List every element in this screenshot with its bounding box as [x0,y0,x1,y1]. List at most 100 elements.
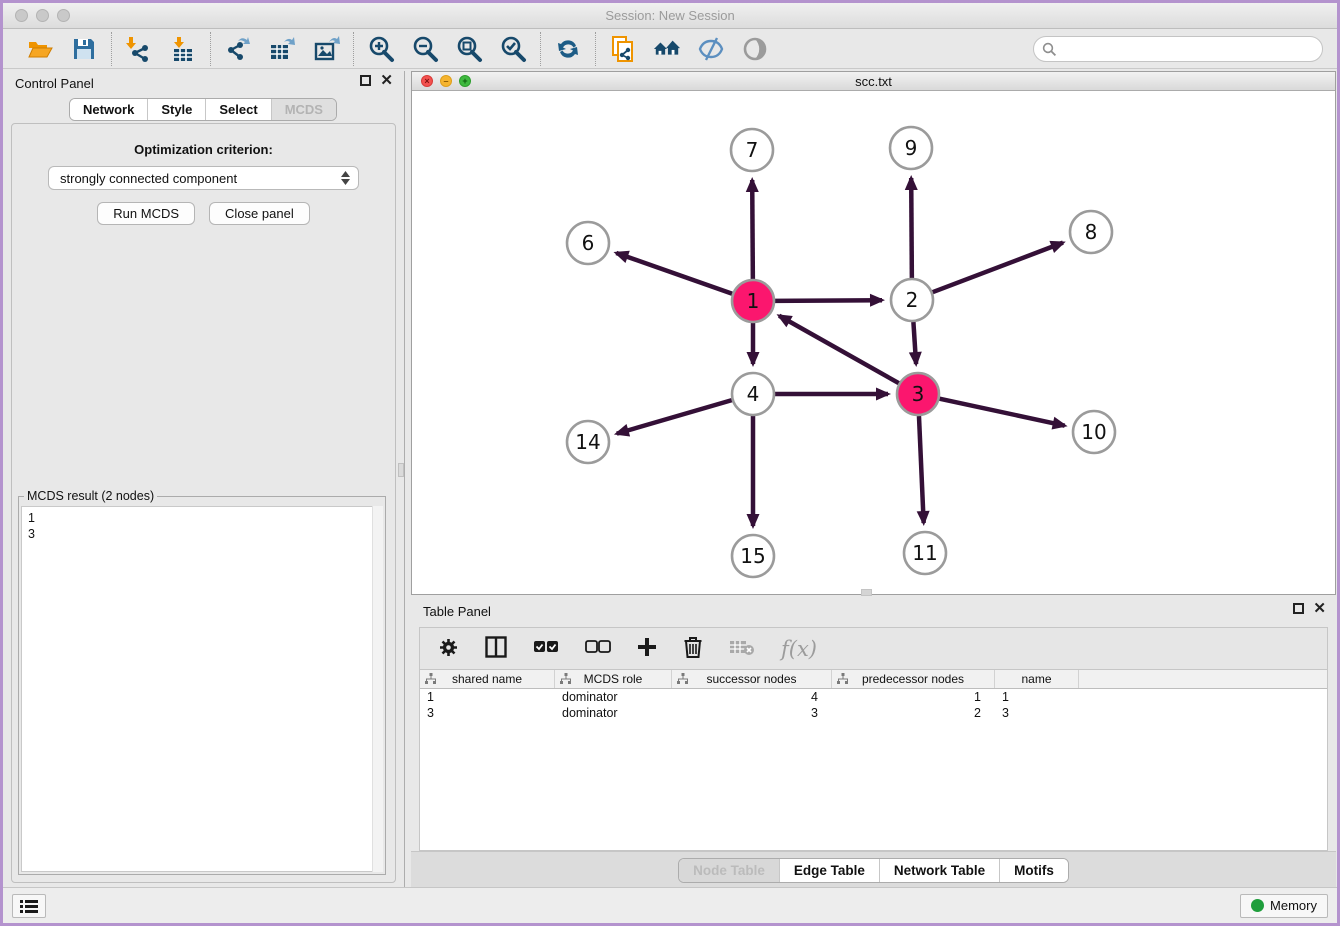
houses-icon[interactable] [653,35,681,63]
table-row[interactable]: 1dominator411 [420,689,1327,705]
svg-text:7: 7 [746,138,759,162]
node-7[interactable]: 7 [731,129,773,171]
node-10[interactable]: 10 [1073,411,1115,453]
column-header-successor-nodes[interactable]: successor nodes [672,670,832,688]
cell[interactable]: dominator [555,705,672,721]
result-scrollbar[interactable] [372,506,383,872]
hide-graphics-details-icon[interactable] [697,35,725,63]
network-view-window: × – + scc.txt 7968124314101511 [411,71,1336,595]
node-2[interactable]: 2 [891,279,933,321]
node-11[interactable]: 11 [904,532,946,574]
node-14[interactable]: 14 [567,421,609,463]
close-panel-button[interactable]: Close panel [209,202,310,225]
tab-node-table[interactable]: Node Table [679,859,779,882]
float-table-panel-icon[interactable] [1293,603,1304,614]
network-minimize-button[interactable]: – [440,75,452,87]
refresh-icon[interactable] [554,35,582,63]
mcds-result-text[interactable]: 1 3 [21,506,383,872]
search-input[interactable] [1033,36,1323,62]
run-mcds-button[interactable]: Run MCDS [97,202,195,225]
zoom-out-icon[interactable] [411,35,439,63]
cell[interactable]: 1 [420,689,555,705]
network-maximize-button[interactable]: + [459,75,471,87]
horizontal-splitter-grip[interactable] [861,589,872,596]
tab-mcds[interactable]: MCDS [271,99,336,120]
close-window-button[interactable] [15,9,28,22]
memory-button[interactable]: Memory [1240,894,1328,918]
node-3[interactable]: 3 [897,373,939,415]
svg-text:6: 6 [582,231,595,255]
edge-2-8[interactable] [933,243,1063,293]
zoom-selected-icon[interactable] [499,35,527,63]
node-8[interactable]: 8 [1070,211,1112,253]
edge-3-11[interactable] [919,416,924,523]
cell[interactable]: 3 [995,705,1079,721]
cell[interactable]: dominator [555,689,672,705]
select-all-checkboxes-icon[interactable] [533,640,559,657]
tab-network-table[interactable]: Network Table [879,859,999,882]
node-6[interactable]: 6 [567,222,609,264]
tab-style[interactable]: Style [147,99,205,120]
import-table-icon[interactable] [169,35,197,63]
node-9[interactable]: 9 [890,127,932,169]
export-table-icon[interactable] [268,35,296,63]
birds-eye-view-icon[interactable] [741,35,769,63]
node-15[interactable]: 15 [732,535,774,577]
cell[interactable]: 3 [420,705,555,721]
import-network-icon[interactable] [125,35,153,63]
task-history-button[interactable] [12,894,46,918]
edge-3-1[interactable] [779,316,899,383]
vertical-splitter-grip[interactable] [398,463,404,477]
minimize-window-button[interactable] [36,9,49,22]
deselect-all-checkboxes-icon[interactable] [585,640,611,657]
edge-3-10[interactable] [940,399,1065,426]
float-panel-icon[interactable] [360,75,371,86]
delete-column-trash-icon[interactable] [683,636,703,661]
table-row[interactable]: 3dominator323 [420,705,1327,721]
tab-motifs[interactable]: Motifs [999,859,1068,882]
edge-4-14[interactable] [617,400,732,433]
cell[interactable]: 3 [672,705,832,721]
close-table-panel-icon[interactable]: ✕ [1313,603,1326,614]
node-4[interactable]: 4 [732,373,774,415]
edge-1-6[interactable] [616,253,732,294]
cell[interactable]: 4 [672,689,832,705]
column-header-predecessor-nodes[interactable]: predecessor nodes [832,670,995,688]
column-header-MCDS-role[interactable]: MCDS role [555,670,672,688]
column-view-icon[interactable] [485,636,507,661]
close-panel-icon[interactable]: ✕ [380,75,393,86]
export-network-icon[interactable] [224,35,252,63]
maximize-window-button[interactable] [57,9,70,22]
chevron-updown-icon [341,171,350,185]
edge-1-2[interactable] [775,300,882,301]
network-close-button[interactable]: × [421,75,433,87]
svg-text:8: 8 [1085,220,1098,244]
cell[interactable]: 2 [832,705,995,721]
cell[interactable]: 1 [995,689,1079,705]
open-folder-icon[interactable] [26,35,54,63]
edge-2-3[interactable] [913,322,916,364]
save-icon[interactable] [70,35,98,63]
node-1[interactable]: 1 [732,280,774,322]
edge-1-7[interactable] [752,180,753,279]
edge-2-9[interactable] [911,178,912,278]
tab-select[interactable]: Select [205,99,270,120]
optimization-criterion-select[interactable]: strongly connected component [48,166,359,190]
add-column-icon[interactable] [637,637,657,660]
duplicate-network-icon[interactable] [609,35,637,63]
svg-text:1: 1 [747,289,760,313]
zoom-in-icon[interactable] [367,35,395,63]
tab-network[interactable]: Network [70,99,147,120]
cell[interactable]: 1 [832,689,995,705]
table-settings-gear-icon[interactable] [438,637,459,661]
delete-table-icon[interactable] [729,638,755,659]
function-builder-icon[interactable]: f(x) [781,637,817,661]
network-canvas[interactable]: 7 9 6 8 1 2 4 3 14 10 15 11 [412,91,1335,594]
vertical-splitter[interactable] [404,71,405,887]
export-image-icon[interactable] [312,35,340,63]
column-header-name[interactable]: name [995,670,1079,688]
table-panel-title: Table Panel [423,604,491,619]
column-header-shared-name[interactable]: shared name [420,670,555,688]
tab-edge-table[interactable]: Edge Table [779,859,879,882]
zoom-fit-icon[interactable] [455,35,483,63]
